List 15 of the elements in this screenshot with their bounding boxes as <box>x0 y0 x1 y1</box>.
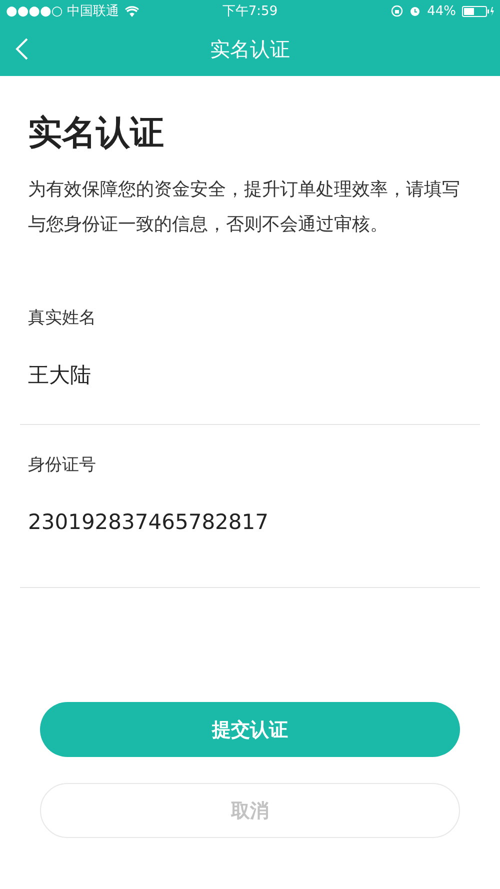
lock-rotation-icon <box>391 5 404 17</box>
battery-icon <box>462 6 494 16</box>
alarm-icon <box>409 5 422 17</box>
description-text: 为有效保障您的资金安全，提升订单处理效率，请填写与您身份证一致的信息，否则不会通过审核。 <box>28 178 461 237</box>
field-label: 身份证号 <box>28 454 96 476</box>
field-label: 真实姓名 <box>28 307 96 329</box>
back-icon[interactable] <box>14 37 30 61</box>
nav-title: 实名认证 <box>210 36 290 62</box>
wifi-icon <box>124 6 139 16</box>
input-field[interactable]: 王大陆 <box>28 363 472 387</box>
battery-percent: 44% <box>427 4 456 18</box>
status-time: 下午7:59 <box>222 3 278 20</box>
page-heading: 实名认证 <box>27 112 165 155</box>
carrier-name: ●●●●○ 中国联通 <box>6 3 119 20</box>
input-field[interactable]: 230192837465782817 <box>28 510 472 534</box>
